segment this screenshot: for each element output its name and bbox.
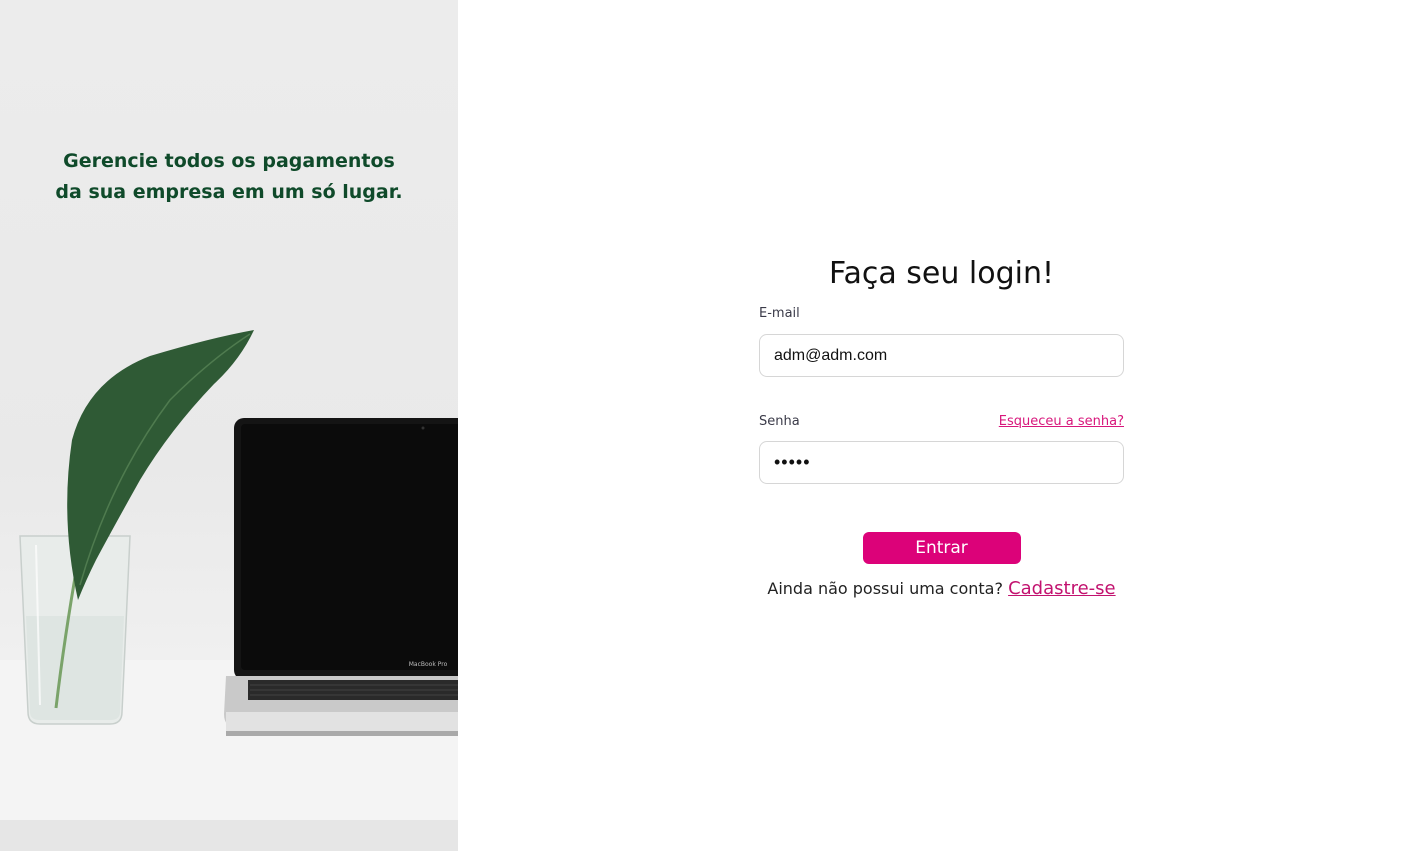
password-label-row: Senha Esqueceu a senha? [759, 413, 1124, 431]
login-form: Faça seu login! E-mail Senha Esqueceu a … [759, 252, 1124, 599]
laptop-brand-label: MacBook Pro [409, 661, 448, 668]
login-title: Faça seu login! [828, 256, 1055, 291]
email-label: E-mail [759, 306, 800, 321]
signup-link[interactable]: Cadastre-se [1008, 578, 1116, 599]
forgot-password-link[interactable]: Esqueceu a senha? [999, 413, 1124, 431]
email-field[interactable] [759, 334, 1124, 377]
password-label: Senha [759, 414, 800, 429]
hero-tagline: Gerencie todos os pagamentos da sua empr… [55, 150, 403, 203]
hero-panel: MacBook Pro Gerencie todos os pagamentos… [0, 0, 458, 851]
submit-row: Entrar [759, 532, 1124, 564]
password-field[interactable] [759, 441, 1124, 484]
signup-prompt: Ainda não possui uma conta? [767, 579, 1003, 598]
signup-row: Ainda não possui uma conta? Cadastre-se [759, 578, 1124, 599]
login-button[interactable]: Entrar [862, 532, 1021, 564]
login-page: MacBook Pro Gerencie todos os pagamentos… [0, 0, 1422, 851]
workspace-illustration: MacBook Pro [0, 330, 458, 851]
